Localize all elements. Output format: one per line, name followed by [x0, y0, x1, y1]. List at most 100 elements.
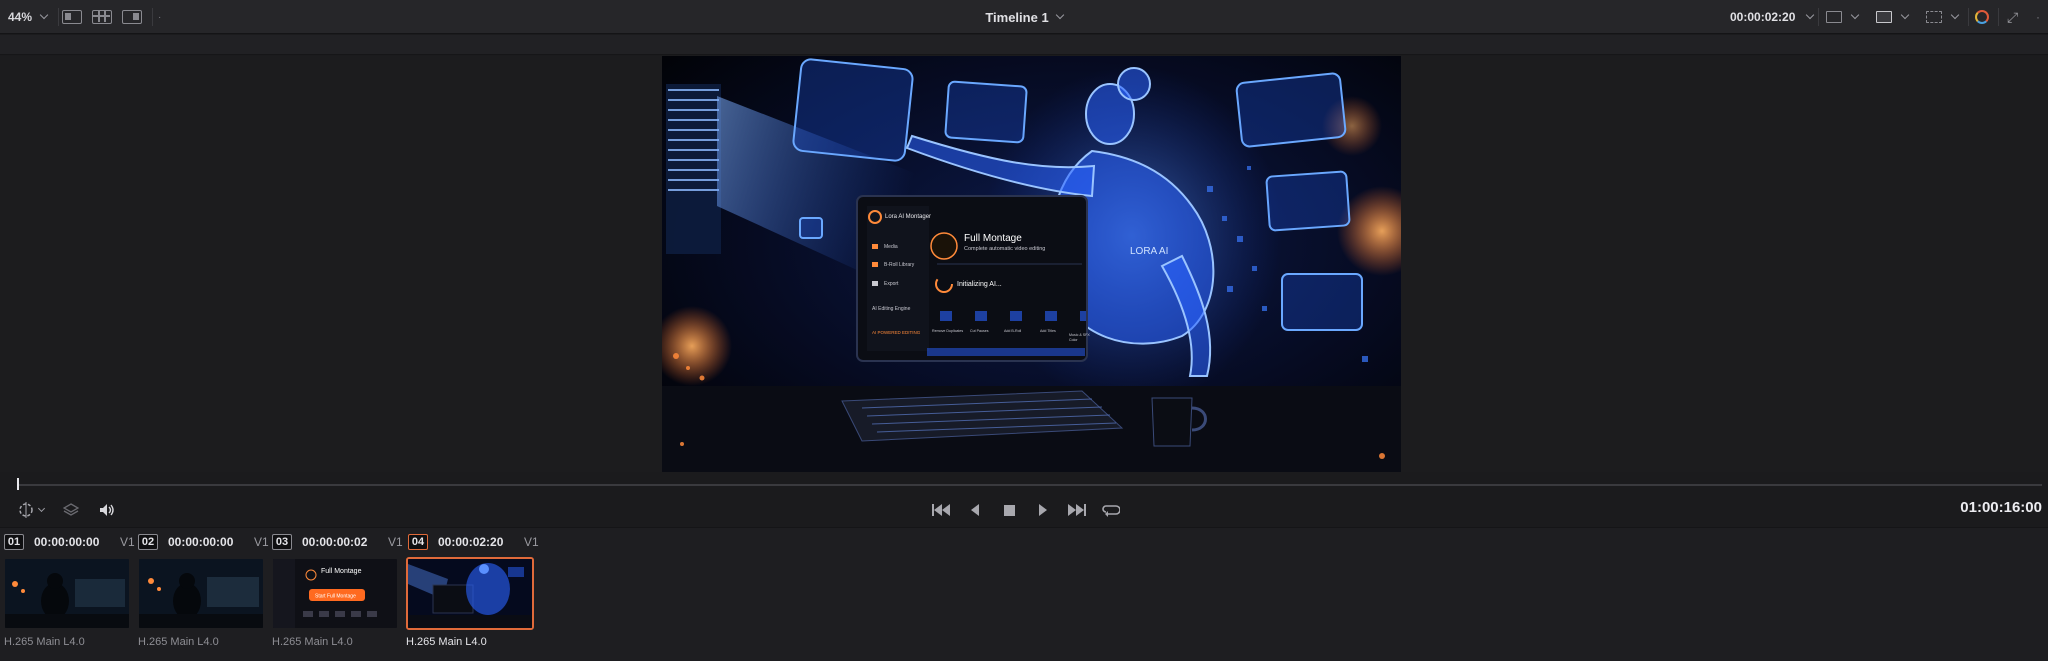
output-display-dropdown[interactable]	[1876, 0, 1910, 34]
transport-controls: 01:00:16:00	[0, 496, 2048, 524]
clip-thumbnail-image	[5, 559, 129, 628]
clip-header: 04 00:00:02:20 V1	[408, 533, 539, 551]
frame-sidebar-export: Export	[884, 281, 899, 287]
clip-thumbnail[interactable]: Full Montage Start Full Montage	[271, 557, 399, 630]
fullscreen-button[interactable]: ⤢	[2007, 0, 2018, 34]
layers-button[interactable]	[60, 500, 82, 520]
clip-number: 04	[408, 534, 428, 550]
divider	[152, 8, 153, 26]
divider	[1998, 8, 1999, 26]
layout-single-icon	[62, 10, 82, 24]
loop-icon	[1102, 505, 1120, 517]
color-scope-button[interactable]	[1975, 0, 1989, 34]
layout-single-button[interactable]	[62, 0, 82, 34]
viewer-mode-icon	[1826, 11, 1842, 23]
viewer-timecode: 00:00:02:20	[1730, 10, 1796, 24]
clip-number: 02	[138, 534, 158, 550]
chevron-down-icon[interactable]	[1055, 10, 1064, 20]
frame-heading: Full Montage	[964, 233, 1022, 244]
frame-status: Initializing AI...	[957, 281, 1002, 288]
frame-tool-color: Color	[1069, 338, 1078, 342]
playhead[interactable]	[17, 478, 19, 490]
playback-timecode: 01:00:16:00	[1960, 499, 2042, 516]
frame-tool-add-titles: Add Titles	[1040, 329, 1056, 333]
viewer-toolbar: 44% · Timeline 1 00:00:02:20 ⤢ ·	[0, 0, 2048, 34]
clip-codec: H.265 Main L4.0	[4, 636, 85, 648]
chevron-down-icon	[1900, 10, 1910, 20]
more-options-icon[interactable]: ·	[158, 0, 161, 34]
clip-timecode: 00:00:00:02	[302, 535, 368, 549]
clip-header: 03 00:00:00:02 V1	[272, 533, 403, 551]
chevron-down-icon	[39, 10, 49, 20]
zoom-dropdown[interactable]: 44%	[8, 0, 49, 34]
timecode-dropdown[interactable]: 00:00:02:20	[1730, 0, 1815, 34]
frame-tool-cut-pauses: Cut Pauses	[970, 329, 989, 333]
audio-button[interactable]	[96, 500, 118, 520]
stop-icon	[1003, 504, 1015, 516]
layers-icon	[63, 503, 79, 516]
stop-button[interactable]	[998, 500, 1020, 520]
go-to-end-button[interactable]	[1066, 500, 1088, 520]
clip-thumbnail-image	[139, 559, 263, 628]
clip-track: V1	[254, 535, 269, 549]
timeline-title[interactable]: Timeline 1	[985, 10, 1048, 25]
video-frame-image: LORA AI Lora AI Montager Media B-Roll Li…	[662, 56, 1401, 472]
color-wheel-icon	[1975, 10, 1989, 24]
frame-powered-label: AI POWERED EDITING	[872, 330, 921, 335]
clip-thumbnail-selected[interactable]	[406, 557, 534, 630]
more-icon[interactable]: ·	[2036, 0, 2040, 34]
skip-back-icon	[932, 504, 950, 516]
clip-thumbnail[interactable]	[137, 557, 265, 630]
speaker-icon	[100, 504, 114, 516]
layout-grid-icon	[92, 10, 112, 24]
frame-body-label: LORA AI	[1130, 246, 1168, 257]
safe-area-icon	[1926, 11, 1942, 23]
display-icon	[1876, 11, 1892, 23]
play-icon	[1039, 504, 1047, 516]
frame-engine-label: AI Editing Engine	[872, 306, 911, 312]
transform-overlay-dropdown[interactable]	[14, 500, 46, 520]
layout-grid-button[interactable]	[92, 0, 112, 34]
clip-codec: H.265 Main L4.0	[406, 636, 487, 648]
play-reverse-icon	[971, 504, 979, 516]
clip-header: 02 00:00:00:00 V1	[138, 533, 269, 551]
clip-timecode: 00:00:02:20	[438, 535, 504, 549]
loop-button[interactable]	[1100, 500, 1122, 520]
play-button[interactable]	[1032, 500, 1054, 520]
clip-thumbnail-image: Full Montage Start Full Montage	[273, 559, 397, 628]
clip-track: V1	[524, 535, 539, 549]
expand-icon: ⤢	[2007, 8, 2019, 25]
chevron-down-icon	[1850, 10, 1860, 20]
layout-split-button[interactable]	[122, 0, 142, 34]
clip-codec: H.265 Main L4.0	[272, 636, 353, 648]
play-reverse-button[interactable]	[964, 500, 986, 520]
zoom-value: 44%	[8, 10, 33, 24]
video-frame[interactable]: LORA AI Lora AI Montager Media B-Roll Li…	[662, 56, 1401, 472]
chevron-down-icon	[1806, 10, 1815, 20]
thumb-heading: Full Montage	[321, 568, 362, 575]
clip-timecode: 00:00:00:00	[168, 535, 234, 549]
clip-number: 03	[272, 534, 292, 550]
go-to-start-button[interactable]	[930, 500, 952, 520]
crosshair-icon	[18, 502, 33, 518]
frame-tool-music-sfx: Music & SFX	[1069, 333, 1090, 337]
divider	[1818, 8, 1819, 26]
frame-tool-remove-duplicates: Remove Duplicates	[932, 329, 963, 333]
clip-track: V1	[120, 535, 135, 549]
scrubber-bar[interactable]	[18, 484, 2042, 486]
clip-thumbnail[interactable]	[3, 557, 131, 630]
frame-subheading: Complete automatic video editing	[964, 246, 1045, 252]
viewer-subbar	[0, 35, 2048, 55]
layout-split-icon	[122, 10, 142, 24]
clip-thumbnail-image	[408, 559, 532, 628]
viewer-mode-dropdown[interactable]	[1826, 0, 1860, 34]
safe-area-dropdown[interactable]	[1926, 0, 1960, 34]
thumb-button: Start Full Montage	[315, 594, 356, 600]
clip-header: 01 00:00:00:00 V1	[4, 533, 135, 551]
frame-sidebar-media: Media	[884, 244, 898, 250]
frame-tool-add-broll: Add B-Roll	[1004, 329, 1021, 333]
skip-forward-icon	[1068, 504, 1086, 516]
frame-sidebar-broll: B-Roll Library	[884, 262, 915, 268]
chevron-down-icon	[37, 504, 45, 512]
divider	[1968, 8, 1969, 26]
